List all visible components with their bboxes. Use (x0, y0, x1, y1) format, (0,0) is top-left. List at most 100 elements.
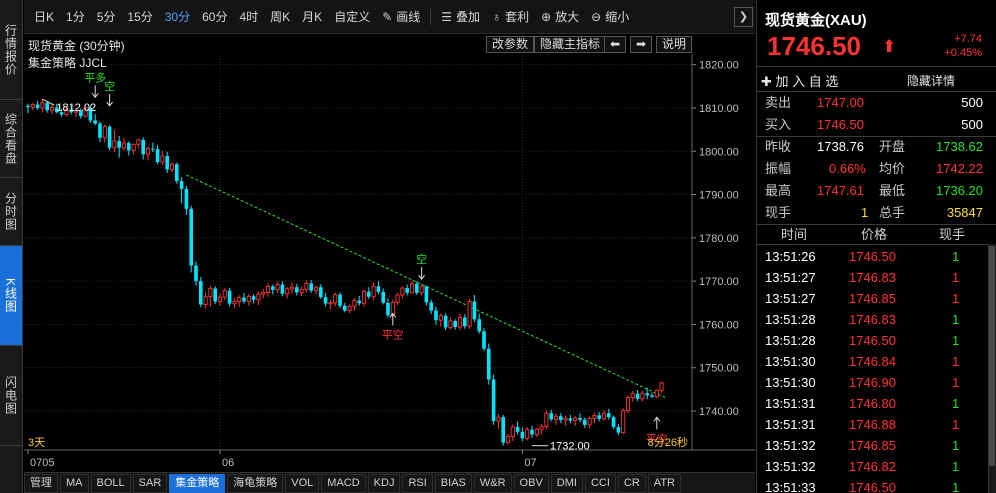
candle-body (275, 284, 280, 291)
indicator-tab-boll[interactable]: BOLL (90, 473, 131, 493)
tab-quote[interactable]: 行情报价 (0, 0, 22, 100)
period-30min-label: 30分 (164, 9, 191, 24)
layers-icon: ☰ (441, 9, 453, 24)
open-label: 开盘 (879, 139, 906, 154)
zoom-in-label: 放大 (555, 9, 580, 24)
candle-body (199, 281, 203, 305)
indicator-tab-rsi[interactable]: RSI (402, 473, 433, 493)
candle-body (549, 413, 553, 420)
indicator-tab-atr[interactable]: ATR (647, 473, 681, 493)
add-to-watchlist-button[interactable]: ✚ 加 入 自 选 (761, 71, 838, 90)
x-tick-label: 07 (524, 457, 536, 469)
period-custom[interactable]: 自定义 (328, 0, 376, 34)
candle-body (438, 315, 443, 321)
candle-body (573, 417, 578, 422)
zoom-out-button[interactable]: ⊖ 缩小 (585, 0, 635, 34)
tick-price: 1746.85 (849, 438, 896, 453)
candle-body (645, 393, 649, 396)
indicator-tab-obv[interactable]: OBV (513, 473, 549, 493)
hide-details-button[interactable]: 隐藏详情 (907, 72, 955, 89)
period-30min[interactable]: 30分 (159, 0, 196, 34)
arbitrage-button[interactable]: ♁ 套利 (486, 0, 535, 34)
candle-body (386, 302, 390, 316)
indicator-tab-macd[interactable]: MACD (321, 473, 366, 493)
amplitude-value: 0.66% (829, 161, 866, 176)
candle-body (98, 123, 102, 138)
period-60min[interactable]: 60分 (196, 0, 233, 34)
kline-chart[interactable]: 1812.021732.00平多空空平空平空 1820.001810.00180… (24, 54, 755, 472)
indicator-tab-jjcl[interactable]: 集金策略 (169, 473, 226, 493)
period-5min[interactable]: 5分 (91, 0, 122, 34)
tab-kline[interactable]: K线图 (0, 246, 22, 346)
zoom-in-button[interactable]: ⊕ 放大 (535, 0, 585, 34)
candle-body (328, 302, 333, 305)
period-15min-label: 15分 (127, 9, 153, 24)
tick-row: 13:51:26 1746.50 1 (757, 246, 996, 267)
indicator-tab-cci[interactable]: CCI (584, 473, 616, 493)
period-week[interactable]: 周K (264, 0, 296, 34)
indicator-tab-dmi[interactable]: DMI (550, 473, 583, 493)
candle-body (587, 417, 592, 426)
candle-body (151, 148, 155, 150)
tab-timeshare[interactable]: 分时图 (0, 178, 22, 246)
hide-main-indicator-button[interactable]: 隐藏主指标 (534, 36, 607, 53)
candle-body (179, 181, 184, 189)
amplitude-label: 振幅 (765, 161, 792, 176)
candle-body (261, 291, 266, 295)
period-4hour[interactable]: 4时 (233, 0, 264, 34)
x-tick-label: 0705 (30, 457, 54, 469)
tick-price: 1746.83 (849, 312, 896, 327)
overlay-label: 叠加 (456, 9, 481, 24)
indicator-tab-cr[interactable]: CR (617, 473, 646, 493)
candle-body (208, 288, 213, 298)
tab-flash[interactable]: 闪电图 (0, 346, 22, 446)
help-button[interactable]: 说明 (656, 36, 693, 53)
tick-time: 13:51:30 (765, 375, 816, 390)
period-15min[interactable]: 15分 (121, 0, 158, 34)
tick-row: 13:51:32 1746.82 1 (757, 456, 996, 477)
indicator-tab-turtle[interactable]: 海龟策略 (227, 473, 284, 493)
candle-body (520, 431, 525, 439)
scroll-left-button[interactable]: ⬅ (604, 36, 627, 53)
tab-overview[interactable]: 综合看盘 (0, 100, 22, 178)
candle-body (227, 290, 232, 304)
candle-body (376, 286, 381, 292)
tab-overview-label: 综合看盘 (3, 112, 18, 165)
period-1min[interactable]: 1分 (60, 0, 91, 34)
candle-body (487, 348, 491, 380)
edit-params-button[interactable]: 改参数 (486, 36, 535, 53)
candle-body (237, 297, 242, 302)
indicator-tab-sar[interactable]: SAR (132, 473, 168, 493)
buy-price: 1746.50 (817, 117, 864, 132)
indicator-tab-bias[interactable]: BIAS (434, 473, 472, 493)
period-month[interactable]: 月K (296, 0, 328, 34)
candle-body (405, 288, 409, 293)
indicator-tab-vol[interactable]: VOL (285, 473, 320, 493)
tick-volume: 1 (952, 396, 960, 411)
indicator-tab-manage[interactable]: 管理 (24, 473, 58, 493)
indicator-tab-kdj[interactable]: KDJ (367, 473, 401, 493)
candle-body (409, 283, 415, 294)
buy-row: 买入 1746.50 500 (757, 115, 996, 135)
y-tick-label: 1800.00 (699, 146, 739, 158)
candle-body (49, 107, 55, 111)
indicator-bar: 管理 MA BOLL SAR 集金策略 海龟策略 VOL MACD KDJ RS… (24, 472, 755, 493)
scroll-right-button[interactable]: ➡ (630, 36, 653, 53)
overlay-button[interactable]: ☰ 叠加 (435, 0, 486, 34)
indicator-tab-wr[interactable]: W&R (473, 473, 512, 493)
period-day[interactable]: 日K (24, 0, 60, 34)
candle-body (630, 393, 635, 399)
candle-body (361, 291, 367, 304)
candle-body (280, 284, 285, 294)
low-label: 1732.00 (550, 441, 590, 453)
chart-toolbar: 日K 1分 5分 15分 30分 60分 4时 周K 月K 自定义 ✎ 画线 ☰ 叠… (24, 0, 755, 34)
candle-body (534, 428, 539, 435)
ticks-scrollbar-thumb[interactable] (989, 246, 995, 466)
indicator-tab-ma[interactable]: MA (60, 473, 89, 493)
candle-body (184, 188, 189, 209)
range-label: 3天 (28, 437, 45, 449)
stats-row-3: 最高 1747.61 最低 1736.20 (757, 181, 996, 201)
sell-price: 1747.00 (817, 95, 864, 110)
draw-line-button[interactable]: ✎ 画线 (376, 0, 426, 34)
collapse-panel-button[interactable]: ❯ (734, 7, 753, 27)
